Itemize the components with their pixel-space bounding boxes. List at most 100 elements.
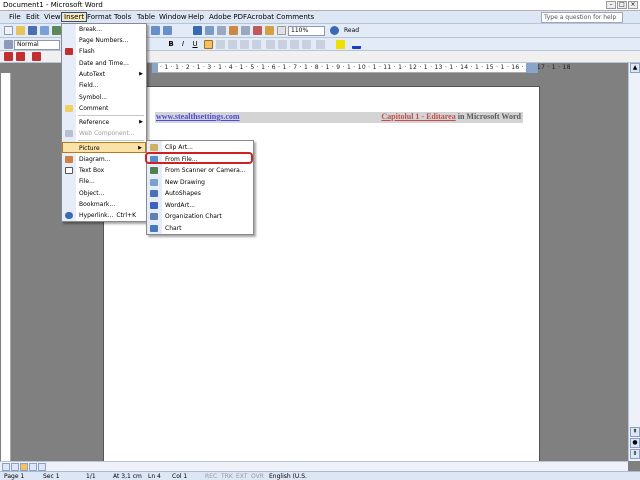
- decrease-indent-icon[interactable]: [290, 40, 299, 49]
- undo-icon[interactable]: [151, 26, 160, 35]
- menu-help[interactable]: Help: [186, 13, 206, 23]
- menu-item-reference[interactable]: Reference ▶: [62, 117, 146, 128]
- previous-page-button[interactable]: ⇞: [630, 427, 640, 437]
- open-folder-icon[interactable]: [16, 26, 25, 35]
- italic-button[interactable]: I: [178, 39, 188, 49]
- menu-item-new-drawing[interactable]: New Drawing: [147, 177, 253, 188]
- menu-tools[interactable]: Tools: [112, 13, 133, 23]
- menu-item-field[interactable]: Field...: [62, 80, 146, 91]
- email-icon[interactable]: [52, 26, 61, 35]
- menu-item-from-scanner[interactable]: From Scanner or Camera...: [147, 165, 253, 176]
- convert-to-pdf-icon[interactable]: [4, 52, 13, 61]
- align-right-icon[interactable]: [228, 40, 237, 49]
- menu-item-hyperlink[interactable]: Hyperlink... Ctrl+K: [62, 210, 146, 221]
- menu-item-comment[interactable]: Comment: [62, 103, 146, 114]
- menu-item-object[interactable]: Object...: [62, 188, 146, 199]
- menu-item-picture[interactable]: Picture ▶: [62, 142, 146, 153]
- help-search-input[interactable]: Type a question for help: [541, 12, 623, 23]
- menu-item-autoshapes[interactable]: AutoShapes: [147, 188, 253, 199]
- scroll-up-button[interactable]: ▲: [630, 63, 640, 73]
- hyperlink-icon[interactable]: [193, 26, 202, 35]
- menu-item-file-label: File...: [79, 178, 95, 185]
- status-rec[interactable]: REC: [205, 473, 217, 480]
- insert-excel-icon[interactable]: [229, 26, 238, 35]
- header-website-link[interactable]: www.stealthsettings.com: [156, 112, 240, 121]
- next-page-button[interactable]: ⇟: [630, 449, 640, 459]
- submenu-arrow-icon: ▶: [139, 71, 143, 77]
- menu-item-symbol[interactable]: Symbol...: [62, 92, 146, 103]
- menu-view[interactable]: View: [42, 13, 63, 23]
- maximize-button[interactable]: □: [617, 1, 627, 9]
- convert-and-email-icon[interactable]: [16, 52, 25, 61]
- redo-icon[interactable]: [163, 26, 172, 35]
- menu-file[interactable]: File: [7, 13, 23, 23]
- menu-item-file[interactable]: File...: [62, 176, 146, 187]
- menu-item-wordart[interactable]: WordArt...: [147, 200, 253, 211]
- zoom-dropdown[interactable]: 110%: [288, 26, 325, 36]
- new-document-icon[interactable]: [4, 26, 13, 35]
- status-ovr[interactable]: OVR: [251, 473, 264, 480]
- increase-indent-icon[interactable]: [302, 40, 311, 49]
- convert-and-review-icon[interactable]: [32, 52, 41, 61]
- document-map-icon[interactable]: [265, 26, 274, 35]
- menu-acrobat-comments[interactable]: Acrobat Comments: [245, 13, 316, 23]
- show-hide-icon[interactable]: [277, 26, 286, 35]
- menu-item-autotext-label: AutoText: [79, 71, 106, 78]
- menu-item-organization-chart[interactable]: Organization Chart: [147, 211, 253, 222]
- menu-edit[interactable]: Edit: [24, 13, 42, 23]
- close-button[interactable]: ×: [628, 1, 638, 9]
- reading-layout-view-icon[interactable]: [38, 463, 46, 471]
- help-icon[interactable]: [330, 26, 339, 35]
- menu-format[interactable]: Format: [85, 13, 114, 23]
- styles-formatting-icon[interactable]: [4, 40, 13, 49]
- status-ext[interactable]: EXT: [236, 473, 247, 480]
- permission-icon[interactable]: [40, 26, 49, 35]
- bold-button[interactable]: B: [166, 39, 176, 49]
- insert-table-icon[interactable]: [217, 26, 226, 35]
- menu-item-bookmark[interactable]: Bookmark...: [62, 199, 146, 210]
- underline-button[interactable]: U: [190, 39, 200, 49]
- horizontal-scrollbar[interactable]: [0, 461, 628, 471]
- menu-item-diagram[interactable]: Diagram...: [62, 154, 146, 165]
- columns-icon[interactable]: [241, 26, 250, 35]
- menu-item-text-box[interactable]: Text Box: [62, 165, 146, 176]
- line-spacing-icon[interactable]: [252, 40, 261, 49]
- status-trk[interactable]: TRK: [221, 473, 233, 480]
- font-color-icon[interactable]: [352, 40, 361, 49]
- vertical-ruler[interactable]: [1, 73, 11, 463]
- print-layout-view-icon[interactable]: [20, 463, 28, 471]
- style-dropdown[interactable]: Normal: [14, 40, 60, 50]
- menu-item-comment-label: Comment: [79, 105, 109, 112]
- highlight-icon[interactable]: [336, 40, 345, 49]
- minimize-button[interactable]: –: [606, 1, 616, 9]
- align-center-icon[interactable]: [216, 40, 225, 49]
- web-layout-view-icon[interactable]: [11, 463, 19, 471]
- outline-view-icon[interactable]: [29, 463, 37, 471]
- horizontal-ruler[interactable]: · 1 · 1 · 2 · 1 · 3 · 1 · 4 · 1 · 5 · 1 …: [152, 63, 570, 73]
- menu-item-chart[interactable]: Chart: [147, 223, 253, 234]
- menu-item-date-time[interactable]: Date and Time...: [62, 58, 146, 69]
- menu-adobe-pdf[interactable]: Adobe PDF: [207, 13, 249, 23]
- menu-item-break[interactable]: Break...: [62, 24, 146, 35]
- menu-item-autotext[interactable]: AutoText ▶: [62, 69, 146, 80]
- menu-item-flash[interactable]: Flash: [62, 46, 146, 57]
- align-left-icon[interactable]: [204, 40, 213, 49]
- tables-borders-icon[interactable]: [205, 26, 214, 35]
- justify-icon[interactable]: [240, 40, 249, 49]
- numbering-icon[interactable]: [266, 40, 275, 49]
- select-browse-object-button[interactable]: ●: [630, 438, 640, 448]
- menu-item-page-numbers[interactable]: Page Numbers...: [62, 35, 146, 46]
- save-icon[interactable]: [28, 26, 37, 35]
- normal-view-icon[interactable]: [2, 463, 10, 471]
- menu-insert[interactable]: Insert: [61, 12, 88, 22]
- page-header[interactable]: www.stealthsettings.com Capitolul 1 - Ed…: [155, 112, 523, 123]
- menu-window[interactable]: Window: [157, 13, 189, 23]
- drawing-icon[interactable]: [253, 26, 262, 35]
- status-page: Page 1: [4, 473, 25, 480]
- autoshapes-icon: [150, 190, 158, 197]
- borders-icon[interactable]: [316, 40, 325, 49]
- bullets-icon[interactable]: [278, 40, 287, 49]
- vertical-scrollbar[interactable]: ▲ ⇞ ● ⇟: [628, 63, 640, 461]
- menu-table[interactable]: Table: [135, 13, 157, 23]
- read-button[interactable]: Read: [344, 26, 359, 36]
